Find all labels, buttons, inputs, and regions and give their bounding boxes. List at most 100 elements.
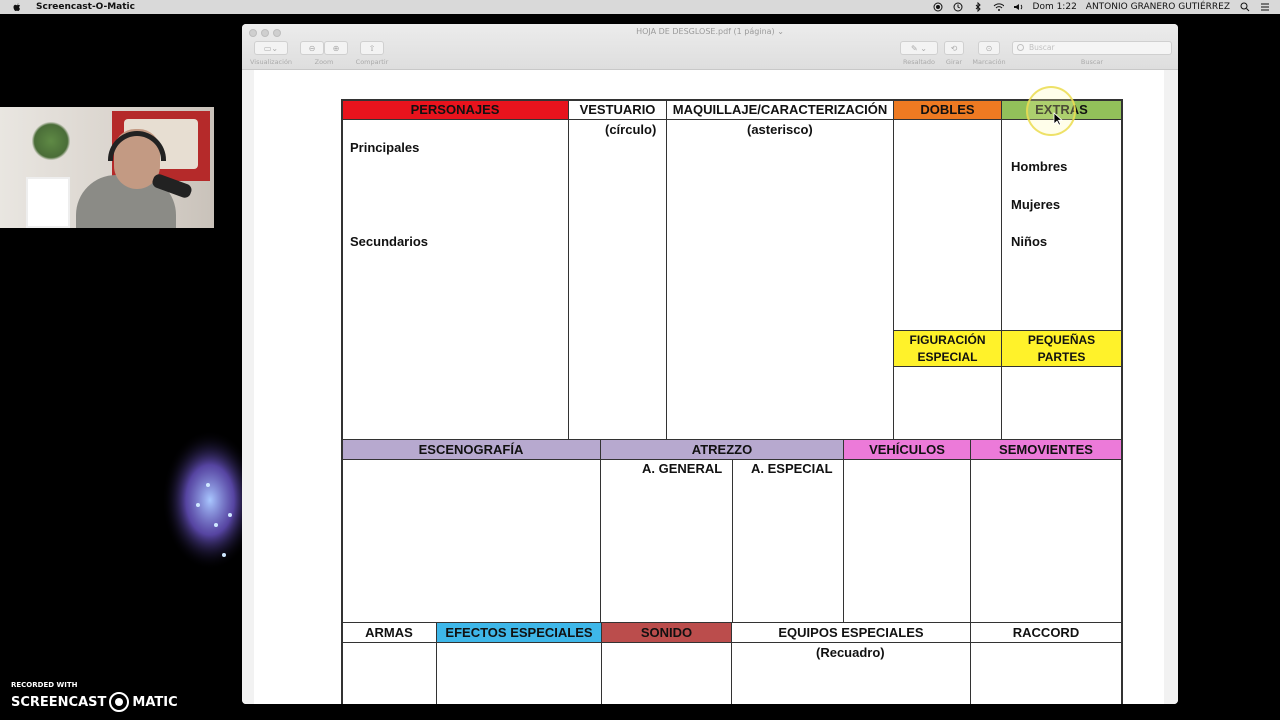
label-secundarios: Secundarios xyxy=(350,234,429,249)
header-personajes: PERSONAJES xyxy=(342,100,568,119)
rule xyxy=(731,622,732,704)
zoom-in-icon: ⊕ xyxy=(332,43,340,53)
window-toolbar: HOJA DE DESGLOSE.pdf (1 página) ⌄ ▭⌄ Vis… xyxy=(242,24,1178,70)
markup-label: Marcación xyxy=(972,58,1006,66)
rule xyxy=(732,459,733,623)
mouse-pointer-icon xyxy=(1053,112,1063,126)
rule xyxy=(893,99,894,440)
rotate-icon: ⟲ xyxy=(950,43,958,53)
rule xyxy=(1001,99,1002,440)
header-raccord: RACCORD xyxy=(1012,624,1080,640)
figuracion-line2: ESPECIAL xyxy=(917,349,978,364)
markup-button[interactable]: ⊙ xyxy=(978,41,1000,55)
search-input[interactable]: Buscar xyxy=(1012,41,1172,55)
app-name[interactable]: Screencast-O-Matic xyxy=(36,2,135,12)
wifi-icon[interactable] xyxy=(993,2,1004,13)
rule xyxy=(341,439,1123,440)
view-menu-button[interactable]: ▭⌄ xyxy=(254,41,288,55)
header-maquillaje: MAQUILLAJE/CARACTERIZACIÓN xyxy=(672,101,888,117)
menu-icon[interactable] xyxy=(1259,2,1270,13)
zoom-out-button[interactable]: ⊖ xyxy=(300,41,324,55)
rule xyxy=(341,642,1123,643)
highlight-label: Resaltado xyxy=(902,58,936,66)
header-dobles: DOBLES xyxy=(894,100,1001,119)
watermark-brand-a: SCREENCAST xyxy=(11,694,107,710)
highlight-button[interactable]: ✎ ⌄ xyxy=(900,41,938,55)
share-button[interactable]: ⇧ xyxy=(360,41,384,55)
header-equipos-especiales: EQUIPOS ESPECIALES xyxy=(778,624,924,640)
view-label: Visualización xyxy=(249,58,293,66)
search-placeholder: Buscar xyxy=(1029,43,1055,52)
figuracion-line1: FIGURACIÓN xyxy=(909,332,986,347)
sidebar-icon: ▭⌄ xyxy=(263,43,279,53)
maquillaje-subtitle: (asterisco) xyxy=(747,122,813,137)
document-area[interactable]: PERSONAJES VESTUARIO MAQUILLAJE/CARACTER… xyxy=(242,70,1178,704)
rotate-button[interactable]: ⟲ xyxy=(944,41,964,55)
header-sonido: SONIDO xyxy=(602,623,731,642)
rotate-label: Girar xyxy=(945,58,963,66)
label-a-general: A. GENERAL xyxy=(642,461,723,476)
pdf-page: PERSONAJES VESTUARIO MAQUILLAJE/CARACTER… xyxy=(254,70,1164,704)
header-escenografia: ESCENOGRAFÍA xyxy=(342,440,600,459)
pequenas-line1: PEQUEÑAS xyxy=(1027,332,1096,347)
rule xyxy=(601,622,602,704)
zoom-out-icon: ⊖ xyxy=(308,43,316,53)
decorative-glow xyxy=(162,430,242,570)
rule xyxy=(568,99,569,440)
cursor-highlight xyxy=(1026,86,1076,136)
label-hombres: Hombres xyxy=(1011,159,1068,174)
watermark-brand-b: MATIC xyxy=(132,694,178,710)
header-efectos-especiales: EFECTOS ESPECIALES xyxy=(437,623,601,642)
apple-icon[interactable] xyxy=(12,2,22,12)
rule xyxy=(970,622,971,704)
rule xyxy=(341,622,1123,623)
menu-bar: Screencast-O-Matic Dom 1:22 ANTONIO GRAN… xyxy=(0,0,1280,14)
window-title: HOJA DE DESGLOSE.pdf (1 página) ⌄ xyxy=(636,27,784,36)
volume-icon[interactable] xyxy=(1013,2,1024,13)
rule xyxy=(341,119,1123,120)
rule xyxy=(436,622,437,704)
share-label: Compartir xyxy=(355,58,389,66)
watermark-caption: RECORDED WITH xyxy=(11,681,78,689)
pequenas-line2: PARTES xyxy=(1037,349,1086,364)
search-label: Buscar xyxy=(1080,58,1104,66)
search-icon[interactable] xyxy=(1239,2,1250,13)
header-pequenas-partes: PEQUEÑAS PARTES xyxy=(1002,331,1121,366)
webcam-overlay xyxy=(0,107,214,228)
rule xyxy=(666,99,667,440)
label-a-especial: A. ESPECIAL xyxy=(751,461,833,476)
breakdown-sheet: PERSONAJES VESTUARIO MAQUILLAJE/CARACTER… xyxy=(341,99,1123,704)
record-icon[interactable] xyxy=(933,2,944,13)
equipos-subtitle: (Recuadro) xyxy=(816,645,885,660)
header-figuracion-especial: FIGURACIÓN ESPECIAL xyxy=(894,331,1001,366)
watermark-logo: SCREENCAST MATIC xyxy=(11,692,178,712)
table-border-top xyxy=(341,99,1123,101)
label-principales: Principales xyxy=(350,140,420,155)
header-semovientes: SEMOVIENTES xyxy=(971,440,1121,459)
label-mujeres: Mujeres xyxy=(1011,197,1061,212)
header-vestuario: VESTUARIO xyxy=(579,101,656,117)
table-border-right xyxy=(1121,99,1123,704)
share-icon: ⇧ xyxy=(368,43,376,53)
bluetooth-icon[interactable] xyxy=(973,2,984,13)
time-machine-icon[interactable] xyxy=(953,2,964,13)
zoom-in-button[interactable]: ⊕ xyxy=(324,41,348,55)
pen-icon: ✎ ⌄ xyxy=(911,43,927,53)
rule xyxy=(843,439,844,623)
header-atrezzo: ATREZZO xyxy=(601,440,843,459)
logo-circle-icon xyxy=(109,692,130,712)
markup-icon: ⊙ xyxy=(985,43,993,53)
header-vehiculos: VEHÍCULOS xyxy=(844,440,970,459)
rule xyxy=(600,439,601,623)
header-armas: ARMAS xyxy=(365,624,413,640)
label-ninos: Niños xyxy=(1011,234,1048,249)
table-border-left xyxy=(341,99,343,704)
user-name[interactable]: ANTONIO GRANERO GUTIÉRREZ xyxy=(1086,2,1230,12)
rule xyxy=(970,439,971,623)
vestuario-subtitle: (círculo) xyxy=(605,122,657,137)
rule xyxy=(893,366,1123,367)
zoom-label: Zoom xyxy=(314,58,334,66)
rule xyxy=(893,330,1123,331)
search-field-icon xyxy=(1017,44,1024,51)
clock[interactable]: Dom 1:22 xyxy=(1033,2,1077,12)
